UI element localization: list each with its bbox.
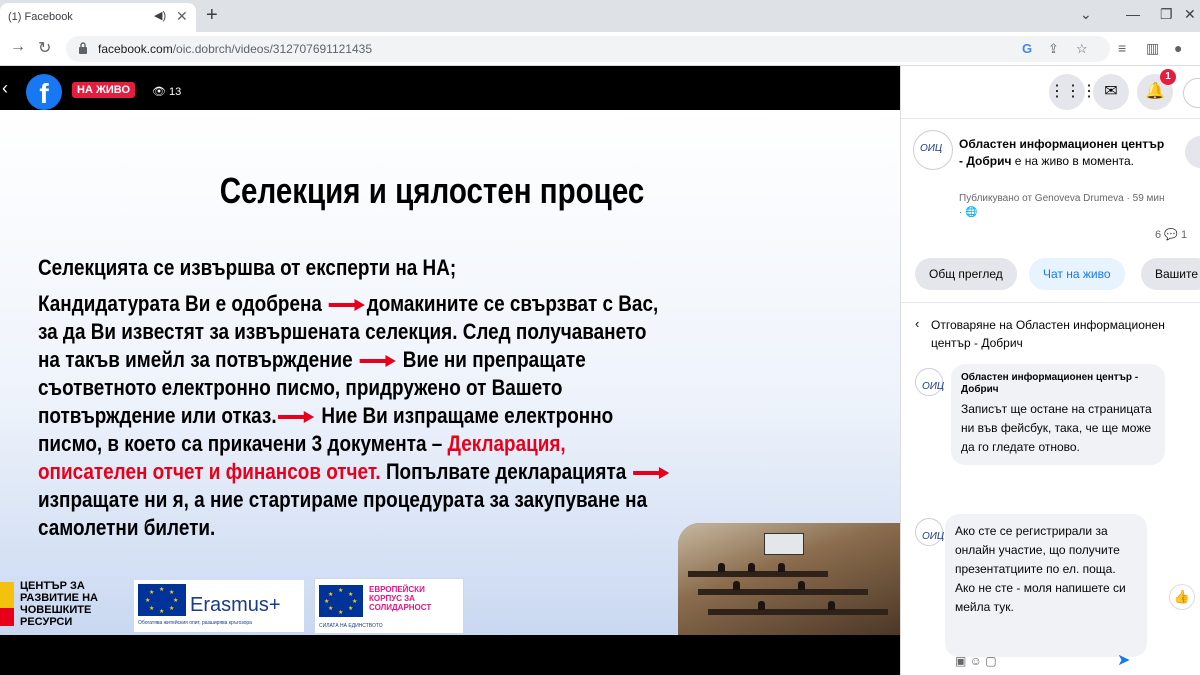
send-icon[interactable]: ➤ xyxy=(1117,650,1130,670)
eu-flag-icon: ★ ★ ★ ★ ★ ★ ★ ★ xyxy=(138,584,186,616)
comment-icon: 💬 xyxy=(1164,229,1178,241)
slide-line: описателен отчет и финансов отчет. Попъл… xyxy=(38,459,671,485)
erasmus-subtitle: Обогатява житейския опит, разширява кръг… xyxy=(138,620,252,626)
video-controls xyxy=(0,635,900,675)
red-arrow-icon xyxy=(633,467,670,480)
divider xyxy=(901,118,1200,119)
video-player[interactable]: ‹ f НА ЖИВО 👁 13 Селекция и цялостен про… xyxy=(0,66,900,675)
more-options-button[interactable] xyxy=(1185,136,1200,168)
menu-icon[interactable]: ≡ xyxy=(1118,40,1126,56)
account-avatar[interactable] xyxy=(1183,78,1200,108)
comment-text: Записът ще остане на страницата ни във ф… xyxy=(961,402,1152,454)
comment-avatar[interactable]: OИЦ xyxy=(915,368,944,396)
messenger-icon[interactable]: ✉ xyxy=(1093,74,1129,110)
comment-author[interactable]: Областен информационен център - Добрич xyxy=(961,372,1155,396)
facebook-logo-icon[interactable]: f xyxy=(26,74,62,110)
audio-icon[interactable]: ◀) xyxy=(154,9,166,22)
page-avatar[interactable]: OИЦ xyxy=(913,130,953,170)
comment-avatar[interactable]: OИЦ xyxy=(915,518,944,546)
tab-overview[interactable]: Общ преглед xyxy=(915,258,1017,290)
esc-logo: ★ ★ ★ ★ ★ ★ ★ ★ ЕВРОПЕЙСКИ КОРПУС ЗА СОЛИДАРНОС… xyxy=(314,578,464,634)
emoji-sticker-tools[interactable]: ▣ ☺ ▢ xyxy=(955,654,997,668)
slide-line: за да Ви известят за извършената селекци… xyxy=(38,319,647,344)
red-arrow-icon xyxy=(328,299,366,312)
post-header: Областен информационен център - Добрич е… xyxy=(959,137,1165,168)
profile-icon[interactable]: ● xyxy=(1174,40,1182,56)
camera-feed-overlay xyxy=(678,523,900,635)
slide-line: Селекцията се извършва от експерти на НА… xyxy=(38,255,457,280)
slide-line: потвърждение или отказ. Ние Ви изпращаме… xyxy=(38,403,614,428)
comment-bubble: Областен информационен център - Добрич З… xyxy=(951,364,1165,465)
tab-yours[interactable]: Вашите xyxy=(1141,258,1200,290)
tab-live-chat[interactable]: Чат на живо xyxy=(1029,258,1125,290)
address-bar[interactable]: facebook.com/oic.dobrch/videos/312707691… xyxy=(66,36,1110,62)
post-meta: Публикувано от Genoveva Drumeva · 59 мин… xyxy=(959,193,1165,218)
crc-logo: ЦЕНТЪР ЗА РАЗВИТИЕ НА ЧОВЕШКИТЕ РЕСУРСИ xyxy=(0,580,124,635)
divider xyxy=(901,302,1200,303)
comment-draft-text: Ако сте се регистрирали за онлайн участи… xyxy=(955,524,1126,614)
slide-line: на такъв имейл за потвърждение Вие ни пр… xyxy=(38,347,586,372)
apps-grid-icon[interactable]: ⋮⋮⋮ xyxy=(1049,74,1097,110)
post-side-panel: ⋮⋮⋮ ✉ 🔔 1 OИЦ Областен информационен цен… xyxy=(900,66,1200,675)
video-header: ‹ f НА ЖИВО 👁 13 xyxy=(0,66,900,110)
slide-line: Кандидатурата Ви е одобрена домакините с… xyxy=(38,291,659,316)
eu-flag-icon: ★ ★ ★ ★ ★ ★ ★ ★ xyxy=(319,585,363,617)
notification-badge: 1 xyxy=(1160,69,1176,85)
forward-icon[interactable]: → xyxy=(10,38,26,56)
crc-logo-text: ЦЕНТЪР ЗА РАЗВИТИЕ НА ЧОВЕШКИТЕ РЕСУРСИ xyxy=(20,580,98,628)
esc-label: ЕВРОПЕЙСКИ КОРПУС ЗА СОЛИДАРНОСТ xyxy=(369,585,432,612)
google-icon[interactable]: G xyxy=(1022,41,1032,56)
erasmus-logo: ★ ★ ★ ★ ★ ★ ★ ★ Erasmus+ Обогатява житейския оп… xyxy=(134,580,304,632)
viewer-count: 👁 13 xyxy=(152,86,182,98)
slide-line: съответното електронно писмо, придружено… xyxy=(38,375,563,400)
browser-tab-strip: (1) Facebook ◀) ✕ + ⌄ — ❐ ✕ xyxy=(0,0,1200,32)
close-window-icon[interactable]: ✕ xyxy=(1184,6,1196,23)
slide-line: самолетни билети. xyxy=(38,515,216,540)
live-badge: НА ЖИВО xyxy=(72,82,136,98)
tab-title: (1) Facebook xyxy=(8,11,73,23)
tab-search-icon[interactable]: ⌄ xyxy=(1080,6,1092,23)
close-tab-icon[interactable]: ✕ xyxy=(176,8,188,25)
reload-icon[interactable]: ↻ xyxy=(38,38,51,58)
reply-header: Отговаряне на Областен информационен цен… xyxy=(931,318,1165,350)
comment-input-bubble[interactable]: Ако сте се регистрирали за онлайн участи… xyxy=(945,514,1147,657)
new-tab-icon[interactable]: + xyxy=(206,4,218,27)
slide-line: изпращате ни я, а ние стартираме процеду… xyxy=(38,487,648,512)
comment-share-counts: 6 💬 1 xyxy=(1155,229,1188,241)
url-text: facebook.com/oic.dobrch/videos/312707691… xyxy=(98,42,372,56)
back-icon[interactable]: ‹ xyxy=(2,78,8,99)
esc-subtitle: СИЛАТА НА ЕДИНСТВОТО xyxy=(319,623,383,629)
globe-icon: 🌐 xyxy=(965,207,978,218)
minimize-icon[interactable]: — xyxy=(1126,6,1140,22)
red-arrow-icon xyxy=(359,355,396,368)
erasmus-label: Erasmus+ xyxy=(190,594,281,616)
red-arrow-icon xyxy=(278,411,315,424)
star-icon[interactable]: ☆ xyxy=(1076,41,1088,57)
share-icon[interactable]: ⇪ xyxy=(1048,41,1059,57)
slide-title: Селекция и цялостен процес xyxy=(219,170,645,211)
slide-line: писмо, в което са прикачени 3 документа … xyxy=(38,431,566,456)
restore-icon[interactable]: ❐ xyxy=(1160,6,1173,23)
panel-header: ⋮⋮⋮ ✉ 🔔 1 xyxy=(901,66,1200,118)
lock-icon xyxy=(79,42,87,54)
presentation-slide: Селекция и цялостен процес Селекцията се… xyxy=(0,110,900,635)
browser-tab[interactable]: (1) Facebook ◀) ✕ xyxy=(0,3,196,32)
sidepanel-icon[interactable]: ▥ xyxy=(1146,40,1159,57)
browser-toolbar: → ↻ facebook.com/oic.dobrch/videos/31270… xyxy=(0,32,1200,66)
like-icon[interactable]: 👍 xyxy=(1169,584,1195,610)
